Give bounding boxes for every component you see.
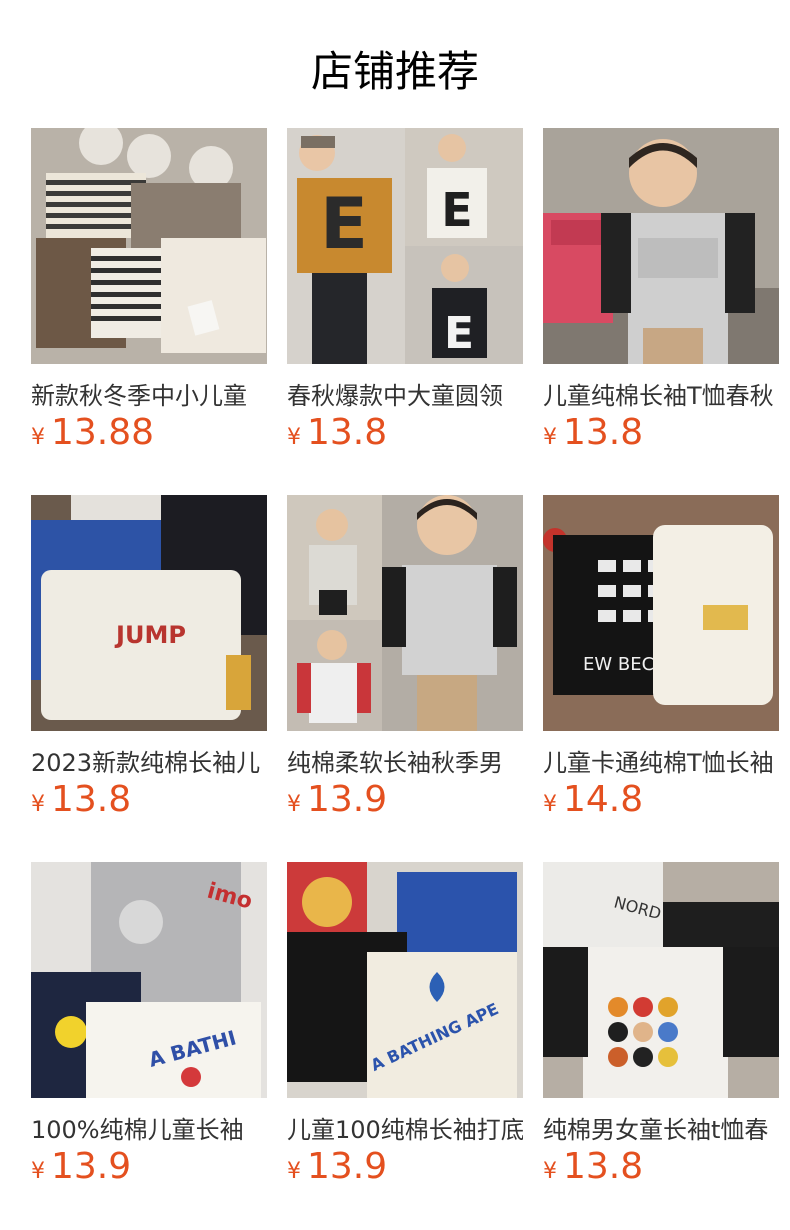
svg-text:EW BEC: EW BEC — [583, 654, 654, 675]
page-title: 店铺推荐 — [310, 47, 479, 96]
product-price: ¥13.9 — [31, 1146, 131, 1190]
price-value: 13.8 — [563, 1146, 644, 1187]
svg-text:JUMP: JUMP — [114, 621, 186, 649]
product-card[interactable]: 新款秋冬季中小儿童 ¥13.88 — [31, 128, 267, 468]
product-card[interactable]: A BATHING APE 儿童100纯棉长袖打底 ¥13.9 — [287, 862, 523, 1202]
product-image[interactable]: NORD — [543, 862, 779, 1098]
currency-symbol: ¥ — [287, 792, 301, 817]
product-image[interactable] — [543, 128, 779, 364]
shop-recommend-header: 店铺推荐 — [0, 0, 790, 128]
price-value: 13.9 — [307, 779, 388, 820]
product-image[interactable]: E E E — [287, 128, 523, 364]
price-value: 13.8 — [563, 412, 644, 453]
price-value: 13.9 — [307, 1146, 388, 1187]
price-value: 13.88 — [51, 412, 155, 453]
currency-symbol: ¥ — [543, 425, 557, 450]
price-value: 14.8 — [563, 779, 644, 820]
product-name[interactable]: 儿童100纯棉长袖打底 — [287, 1110, 523, 1144]
currency-symbol: ¥ — [543, 1159, 557, 1184]
currency-symbol: ¥ — [31, 792, 45, 817]
currency-symbol: ¥ — [287, 1159, 301, 1184]
product-name[interactable]: 儿童纯棉长袖T恤春秋 — [543, 376, 779, 410]
product-name[interactable]: 100%纯棉儿童长袖 — [31, 1110, 267, 1144]
svg-text:E: E — [441, 183, 472, 237]
product-price: ¥13.9 — [287, 1146, 387, 1190]
product-image[interactable] — [287, 495, 523, 731]
product-grid: 新款秋冬季中小儿童 ¥13.88 E E E 春秋爆款中大童圆领 ¥ 13.8 … — [31, 128, 790, 1230]
product-card[interactable]: 纯棉柔软长袖秋季男 ¥13.9 — [287, 495, 523, 835]
product-name[interactable]: 2023新款纯棉长袖儿 — [31, 743, 267, 777]
currency-symbol: ¥ — [31, 425, 45, 450]
product-price: ¥13.8 — [31, 779, 131, 823]
product-name[interactable]: 春秋爆款中大童圆领 — [287, 376, 523, 410]
product-image[interactable]: EW BEC — [543, 495, 779, 731]
product-price: ¥13.8 — [543, 412, 643, 456]
price-value: 13.8 — [51, 779, 132, 820]
price-value: 13.8 — [307, 412, 388, 453]
currency-symbol: ¥ — [31, 1159, 45, 1184]
product-card[interactable]: E E E 春秋爆款中大童圆领 ¥13.8 — [287, 128, 523, 468]
product-name[interactable]: 纯棉柔软长袖秋季男 — [287, 743, 523, 777]
product-price: ¥14.8 — [543, 779, 643, 823]
product-price: ¥13.8 — [543, 1146, 643, 1190]
product-image[interactable]: imo A BATHI — [31, 862, 267, 1098]
product-card[interactable]: imo A BATHI 100%纯棉儿童长袖 ¥13.9 — [31, 862, 267, 1202]
product-price: ¥13.9 — [287, 779, 387, 823]
currency-symbol: ¥ — [543, 792, 557, 817]
svg-text:E: E — [444, 308, 474, 359]
product-price: ¥13.8 — [287, 412, 387, 456]
product-card[interactable]: JUMP 2023新款纯棉长袖儿 ¥13.8 — [31, 495, 267, 835]
product-name[interactable]: 纯棉男女童长袖t恤春 — [543, 1110, 779, 1144]
product-card[interactable]: EW BEC 儿童卡通纯棉T恤长袖 ¥14.8 — [543, 495, 779, 835]
product-image[interactable] — [31, 128, 267, 364]
price-value: 13.9 — [51, 1146, 132, 1187]
product-name[interactable]: 儿童卡通纯棉T恤长袖 — [543, 743, 779, 777]
product-name[interactable]: 新款秋冬季中小儿童 — [31, 376, 267, 410]
product-image[interactable]: JUMP — [31, 495, 267, 731]
svg-text:E: E — [320, 183, 368, 265]
currency-symbol: ¥ — [287, 425, 301, 450]
product-price: ¥13.88 — [31, 412, 154, 456]
product-card[interactable]: NORD 纯棉男女童长袖t恤春 ¥13.8 — [543, 862, 779, 1202]
product-card[interactable]: 儿童纯棉长袖T恤春秋 ¥13.8 — [543, 128, 779, 468]
product-image[interactable]: A BATHING APE — [287, 862, 523, 1098]
